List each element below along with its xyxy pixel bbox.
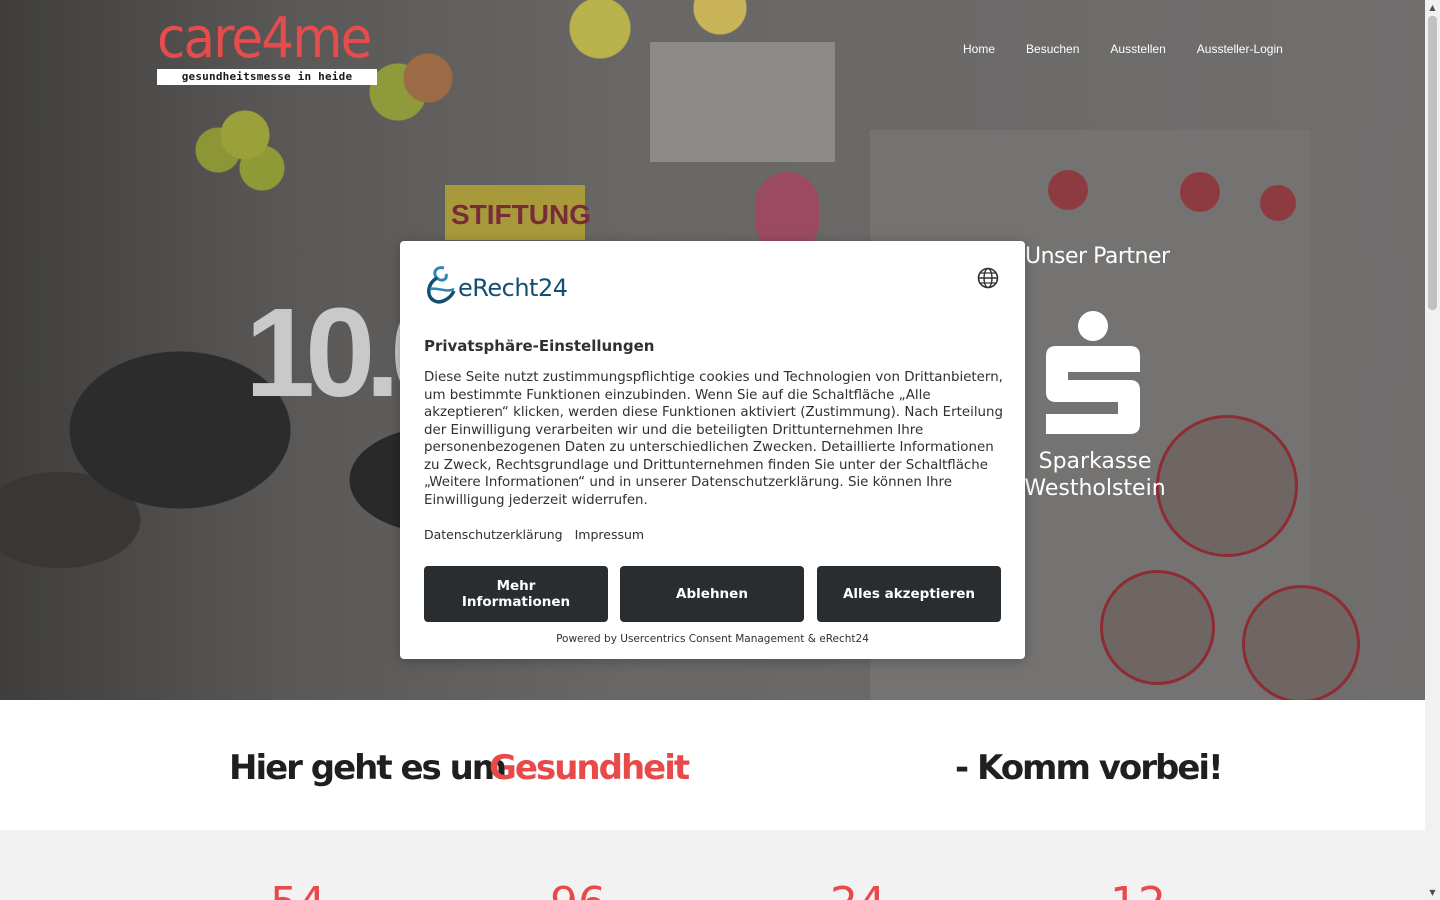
consent-links: Datenschutzerklärung Impressum: [424, 527, 656, 542]
erecht24-brand: eRecht24: [458, 274, 568, 302]
partner-name: Sparkasse Westholstein: [1020, 448, 1170, 502]
hero-photo-decor: [1100, 570, 1215, 685]
scrollbar-thumb[interactable]: [1428, 16, 1437, 310]
tagline-accent: Gesundheit: [489, 748, 690, 788]
erecht24-mark-icon: [427, 266, 456, 304]
logo-word: care4me: [157, 6, 372, 71]
accept-all-button[interactable]: Alles akzeptieren: [817, 566, 1001, 622]
scroll-up-arrow-icon[interactable]: ▲: [1425, 0, 1440, 15]
hero-photo-booth-banner: [650, 42, 835, 162]
logo-subtitle: gesundheitsmesse in heide: [157, 69, 377, 85]
language-globe-icon[interactable]: [977, 267, 999, 289]
consent-dialog: eRecht24 Privatsphäre-Einstellungen Dies…: [400, 241, 1025, 659]
nav-home[interactable]: Home: [963, 42, 995, 56]
partner-name-line1: Sparkasse: [1038, 449, 1152, 474]
imprint-link[interactable]: Impressum: [575, 527, 644, 542]
nav-ausstellen[interactable]: Ausstellen: [1110, 42, 1165, 56]
consent-body-text: Diese Seite nutzt zustimmungspflichtige …: [424, 370, 1004, 508]
main-nav: Home Besuchen Ausstellen Aussteller-Logi…: [963, 42, 1314, 56]
more-information-button[interactable]: Mehr Informationen: [424, 566, 608, 622]
tagline-part1: Hier geht es um: [229, 748, 507, 788]
stat-number: 96: [550, 882, 606, 900]
scroll-down-arrow-icon[interactable]: ▼: [1425, 885, 1440, 900]
tagline-part2: - Komm vorbei!: [955, 748, 1224, 788]
erecht24-logo: eRecht24: [424, 265, 594, 305]
hero-photo-decor: [1180, 172, 1220, 212]
stat-number: 24: [830, 882, 886, 900]
hero-photo-decor: [1242, 585, 1360, 700]
stat-number: 12: [1110, 882, 1166, 900]
hero-photo-decor: [1156, 415, 1298, 557]
site-logo[interactable]: care4me gesundheitsmesse in heide: [157, 10, 379, 85]
nav-aussteller-login[interactable]: Aussteller-Login: [1197, 42, 1283, 56]
hero-photo-decor: [1260, 185, 1296, 221]
hero-photo-sign: STIFTUNG: [445, 185, 591, 240]
hero-photo-decor: [1048, 170, 1088, 210]
nav-besuchen[interactable]: Besuchen: [1026, 42, 1079, 56]
partner-title: Unser Partner: [1025, 244, 1170, 269]
tagline-section: Hier geht es um Gesundheit - Komm vorbei…: [0, 700, 1425, 830]
stats-section: 54 96 24 12: [0, 830, 1425, 900]
consent-title: Privatsphäre-Einstellungen: [424, 337, 655, 355]
privacy-policy-link[interactable]: Datenschutzerklärung: [424, 527, 563, 542]
sparkasse-logo-icon: [1046, 311, 1140, 434]
decline-button[interactable]: Ablehnen: [620, 566, 804, 622]
stat-number: 54: [270, 882, 326, 900]
powered-by-text: Powered by Usercentrics Consent Manageme…: [556, 633, 869, 645]
partner-name-line2: Westholstein: [1024, 476, 1166, 501]
page-scrollbar[interactable]: ▲ ▼: [1425, 0, 1440, 900]
